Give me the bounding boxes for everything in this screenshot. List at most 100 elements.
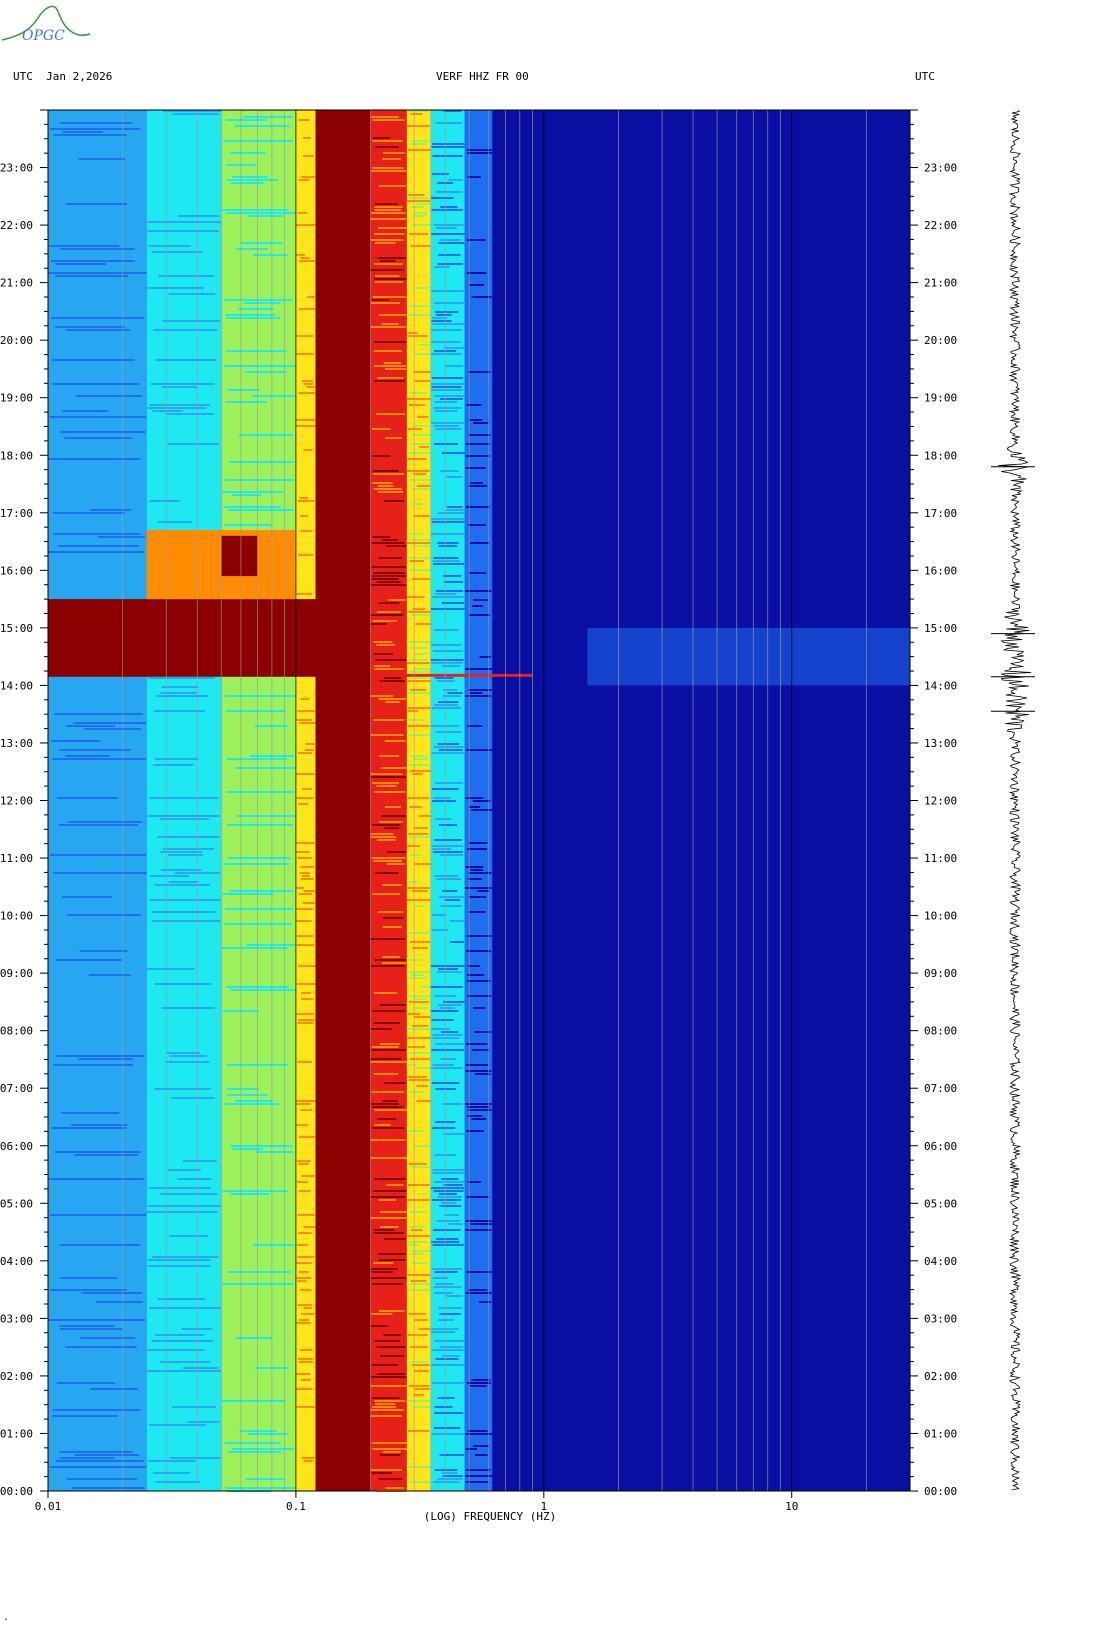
noise-streak	[153, 764, 194, 766]
noise-streak	[296, 1373, 311, 1375]
y-tick-label: 01:00	[0, 1427, 33, 1440]
noise-streak	[168, 140, 220, 142]
noise-streak	[433, 557, 459, 559]
noise-streak	[444, 899, 461, 901]
noise-streak	[432, 1037, 460, 1039]
noise-streak	[373, 341, 407, 343]
noise-streak	[465, 1001, 487, 1003]
noise-streak	[443, 1001, 465, 1003]
noise-streak	[407, 197, 428, 199]
y-tick-label: 04:00	[924, 1255, 957, 1268]
noise-streak	[375, 413, 405, 415]
noise-streak	[373, 350, 403, 352]
noise-streak	[434, 266, 450, 268]
noise-streak	[182, 1367, 219, 1369]
noise-streak	[48, 323, 143, 325]
y-tick-label: 14:00	[0, 679, 33, 692]
noise-streak	[443, 695, 462, 697]
noise-streak	[67, 1250, 140, 1252]
noise-streak	[147, 173, 210, 175]
noise-streak	[409, 854, 423, 856]
noise-streak	[301, 875, 310, 877]
noise-streak	[408, 1385, 430, 1387]
noise-streak	[53, 971, 126, 973]
noise-streak	[410, 755, 428, 757]
noise-streak	[298, 422, 316, 424]
noise-streak	[300, 698, 310, 700]
noise-streak	[228, 1250, 283, 1252]
noise-streak	[371, 1046, 399, 1048]
noise-streak	[432, 851, 463, 853]
noise-streak	[225, 503, 295, 505]
noise-streak	[370, 776, 407, 778]
noise-streak	[50, 854, 147, 856]
noise-streak	[438, 749, 463, 751]
noise-streak	[295, 1202, 316, 1204]
noise-streak	[371, 614, 403, 616]
y-tick-label: 12:00	[924, 795, 957, 808]
noise-streak	[227, 1172, 278, 1174]
noise-streak	[472, 314, 486, 316]
noise-streak	[384, 437, 402, 439]
noise-streak	[408, 404, 426, 406]
noise-streak	[433, 1190, 464, 1192]
noise-streak	[296, 1103, 311, 1105]
noise-streak	[373, 1229, 395, 1231]
noise-streak	[435, 1283, 454, 1285]
noise-streak	[232, 176, 268, 178]
noise-streak	[296, 134, 309, 136]
noise-streak	[449, 920, 465, 922]
noise-streak	[433, 1427, 461, 1429]
noise-streak	[408, 1481, 430, 1483]
noise-streak	[409, 479, 430, 481]
noise-streak	[440, 206, 458, 208]
noise-streak	[418, 1328, 431, 1330]
noise-streak	[370, 218, 406, 220]
noise-streak	[52, 1037, 113, 1039]
noise-streak	[384, 500, 404, 502]
noise-streak	[53, 1064, 133, 1066]
noise-streak	[468, 989, 489, 991]
noise-streak	[467, 152, 492, 154]
noise-streak	[443, 581, 464, 583]
noise-streak	[297, 1442, 315, 1444]
noise-streak	[468, 671, 491, 673]
noise-streak	[406, 125, 430, 127]
noise-streak	[409, 1001, 429, 1003]
noise-streak	[301, 221, 314, 223]
noise-streak	[406, 971, 431, 973]
noise-streak	[471, 1379, 491, 1381]
noise-streak	[465, 746, 488, 748]
y-tick-label: 17:00	[0, 507, 33, 520]
noise-streak	[479, 1301, 492, 1303]
noise-streak	[148, 1322, 209, 1324]
noise-streak	[438, 254, 461, 256]
noise-streak	[148, 404, 211, 406]
noise-streak	[386, 545, 407, 547]
noise-streak	[433, 302, 464, 304]
noise-streak	[436, 680, 455, 682]
noise-streak	[299, 1091, 313, 1093]
noise-streak	[62, 929, 133, 931]
noise-streak	[160, 992, 215, 994]
noise-streak	[253, 254, 288, 256]
noise-streak	[434, 1412, 464, 1414]
noise-streak	[60, 1328, 123, 1330]
noise-streak	[439, 896, 465, 898]
noise-streak	[466, 1163, 493, 1165]
noise-streak	[155, 269, 216, 271]
noise-streak	[300, 515, 309, 517]
noise-streak	[474, 1337, 487, 1339]
noise-streak	[56, 785, 104, 787]
noise-streak	[465, 1172, 480, 1174]
noise-streak	[377, 227, 407, 229]
noise-streak	[59, 419, 142, 421]
noise-streak	[406, 1241, 428, 1243]
y-tick-label: 17:00	[924, 507, 957, 520]
noise-streak	[227, 389, 260, 391]
noise-streak	[70, 113, 139, 115]
noise-streak	[431, 341, 461, 343]
noise-streak	[431, 521, 465, 523]
noise-streak	[372, 620, 397, 622]
noise-streak	[372, 719, 405, 721]
